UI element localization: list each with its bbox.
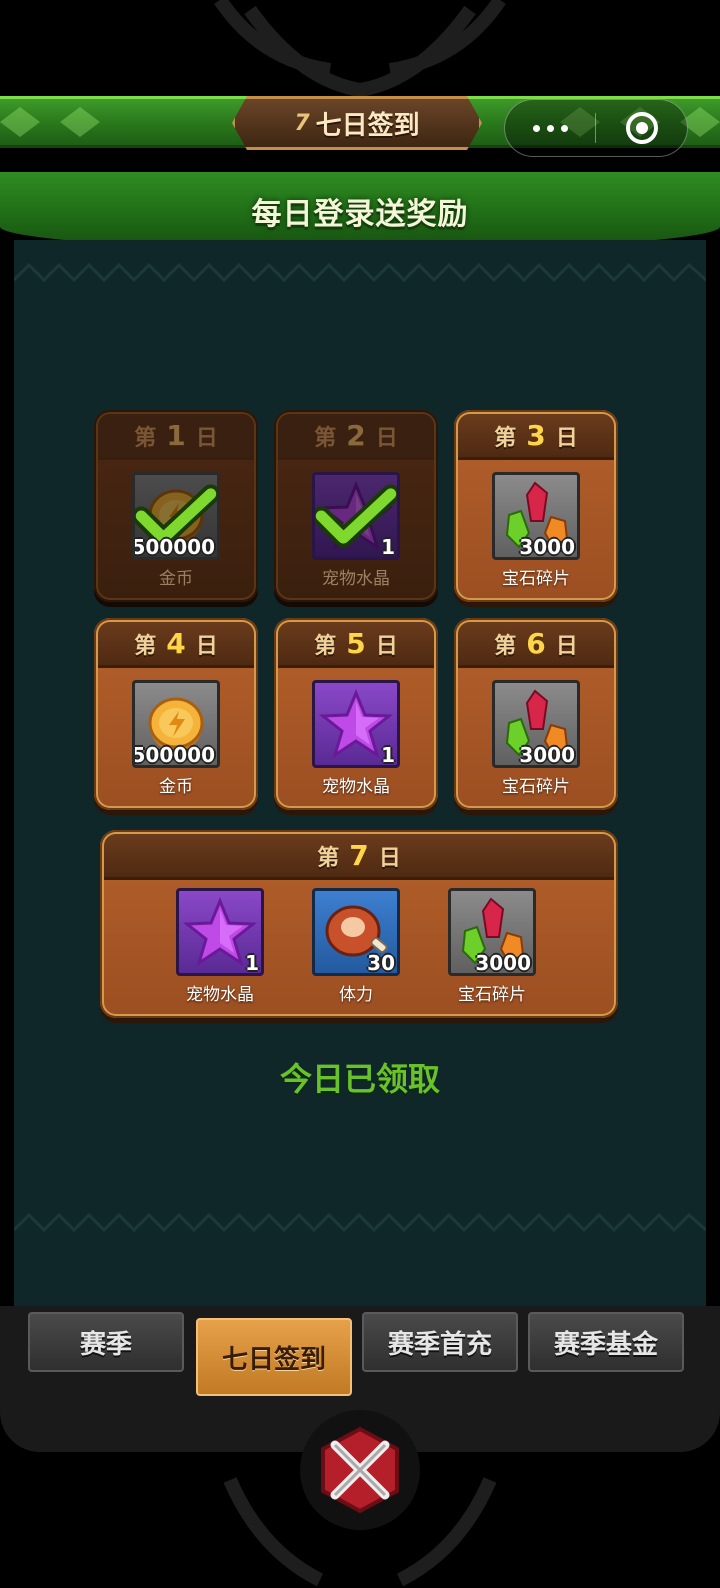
reward-item[interactable]: 1 [176,888,264,976]
day-header-7: 第 7 日 [104,834,614,880]
reward-name: 体力 [339,985,373,1005]
reward-name: 宝石碎片 [502,777,570,797]
reward-quantity: 500000 [132,743,215,767]
title-plate: 7 七日签到 [232,96,482,150]
day-header-6: 第 6 日 [458,622,614,668]
reward-name: 金币 [159,569,193,589]
reward-name: 宝石碎片 [458,985,526,1005]
reward-name: 金币 [159,777,193,797]
reward-item[interactable]: 500000 [132,680,220,768]
reward-item[interactable]: 3000 [448,888,536,976]
day-header-1: 第 1 日 [98,414,254,460]
day-number: 6 [526,627,546,660]
reward-quantity: 3000 [519,535,575,559]
day-card-3[interactable]: 第 3 日 3000 宝石碎片 [454,410,618,602]
day-suffix: 日 [555,425,578,451]
panel-pattern-top [14,262,706,283]
day-card-4[interactable]: 第 4 日 500000 金币 [94,618,258,810]
tab-3[interactable]: 赛季基金 [528,1312,684,1372]
day-prefix: 第 [494,633,517,659]
reward-item[interactable]: 30 [312,888,400,976]
reward-quantity: 1 [381,743,395,767]
tab-0[interactable]: 赛季 [28,1312,184,1372]
reward-name: 宠物水晶 [322,569,390,589]
more-dots-icon[interactable] [505,124,595,132]
reward-name: 宠物水晶 [322,777,390,797]
day-prefix: 第 [314,425,337,451]
top-tribal-decoration [214,0,506,98]
reward-quantity: 30 [367,951,395,975]
day-header-2: 第 2 日 [278,414,434,460]
reward-item[interactable]: 3000 [492,680,580,768]
target-close-icon [625,112,658,144]
bottom-tribal-decoration [223,1477,497,1587]
day-suffix: 日 [555,633,578,659]
day-prefix: 第 [134,425,157,451]
reward-quantity: 500000 [132,535,215,559]
day-header-4: 第 4 日 [98,622,254,668]
reward-name: 宝石碎片 [502,569,570,589]
reward-item[interactable]: 3000 [492,472,580,560]
day-number: 1 [166,419,186,452]
day-header-5: 第 5 日 [278,622,434,668]
day-prefix: 第 [134,633,157,659]
day-number: 5 [346,627,366,660]
day-card-6[interactable]: 第 6 日 3000 宝石碎片 [454,618,618,810]
reward-item[interactable]: 1 [312,472,400,560]
day-suffix: 日 [375,425,398,451]
reward-quantity: 3000 [475,951,531,975]
subtitle: 每日登录送奖励 [251,197,469,232]
reward-quantity: 3000 [519,743,575,767]
page-title: 七日签到 [315,110,420,141]
day-card-5[interactable]: 第 5 日 1 宠物水晶 [274,618,438,810]
reward-item[interactable]: 1 [312,680,400,768]
reward-item[interactable]: 500000 [132,472,220,560]
day-header-3: 第 3 日 [458,414,614,460]
day-number: 3 [526,419,546,452]
day-suffix: 日 [378,845,401,871]
day-number: 7 [349,839,369,872]
day-card-1[interactable]: 第 1 日 500000 金币 [94,410,258,602]
day-card-2[interactable]: 第 2 日 1 宠物水晶 [274,410,438,602]
reward-name: 宠物水晶 [186,985,254,1005]
tab-2[interactable]: 赛季首充 [362,1312,518,1372]
miniprogram-capsule [504,99,688,157]
day-suffix: 日 [195,425,218,451]
day-card-7[interactable]: 第 7 日 1 宠物水晶 30 体力 3000 宝石碎片 [100,830,618,1018]
day-number: 4 [166,627,186,660]
day-suffix: 日 [195,633,218,659]
reward-quantity: 1 [381,535,395,559]
day-prefix: 第 [317,845,340,871]
subtitle-banner: 每日登录送奖励 [0,172,720,250]
panel-pattern-bottom [14,1212,706,1233]
tab-1[interactable]: 七日签到 [196,1318,352,1396]
seven-badge-icon: 7 [294,110,310,136]
claimed-status: 今日已领取 [279,1060,440,1098]
day-number: 2 [346,419,366,452]
day-suffix: 日 [375,633,398,659]
reward-quantity: 1 [245,951,259,975]
day-prefix: 第 [314,633,337,659]
day-prefix: 第 [494,425,517,451]
close-button[interactable] [596,112,687,144]
